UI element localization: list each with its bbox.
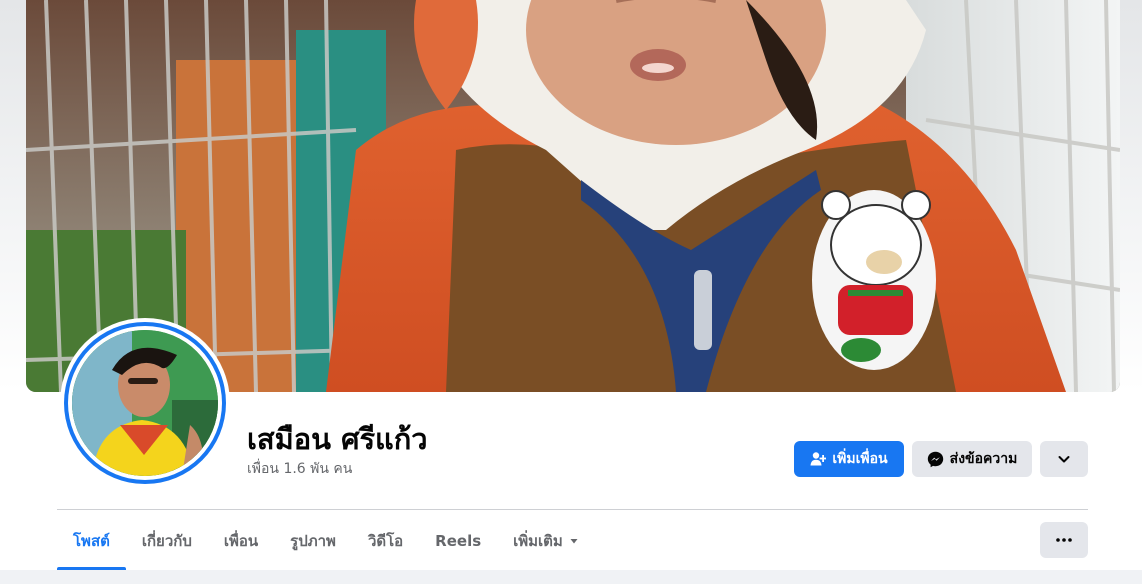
add-friend-label: เพิ่มเพื่อน (832, 451, 888, 467)
add-friend-button[interactable]: เพิ่มเพื่อน (794, 441, 904, 477)
tab-posts[interactable]: โพสต์ (57, 511, 126, 570)
caret-down-icon (569, 536, 579, 546)
friends-count[interactable]: เพื่อน 1.6 พัน คน (247, 458, 352, 480)
profile-tabs: โพสต์ เกี่ยวกับ เพื่อน รูปภาพ วิดีโอ Ree… (57, 511, 595, 570)
tab-more[interactable]: เพิ่มเติม (497, 511, 595, 570)
overflow-menu-button[interactable] (1040, 522, 1088, 558)
tab-reels[interactable]: Reels (419, 511, 497, 570)
avatar-photo (72, 330, 218, 476)
feed-background (0, 570, 1142, 584)
tab-photos[interactable]: รูปภาพ (274, 511, 352, 570)
profile-name: เสมือน ศรีแก้ว (247, 422, 428, 456)
chevron-down-icon (1057, 452, 1071, 466)
tab-about[interactable]: เกี่ยวกับ (126, 511, 208, 570)
story-ring (64, 322, 226, 484)
avatar-border (68, 326, 222, 480)
profile-avatar[interactable] (60, 318, 230, 488)
profile-divider (57, 509, 1088, 510)
messenger-icon (927, 451, 944, 468)
more-options-button[interactable] (1040, 441, 1088, 477)
tab-friends[interactable]: เพื่อน (208, 511, 274, 570)
add-friend-icon (810, 451, 827, 467)
tab-videos[interactable]: วิดีโอ (352, 511, 419, 570)
message-label: ส่งข้อความ (949, 451, 1018, 467)
more-dots-icon (1056, 538, 1072, 542)
message-button[interactable]: ส่งข้อความ (912, 441, 1032, 477)
